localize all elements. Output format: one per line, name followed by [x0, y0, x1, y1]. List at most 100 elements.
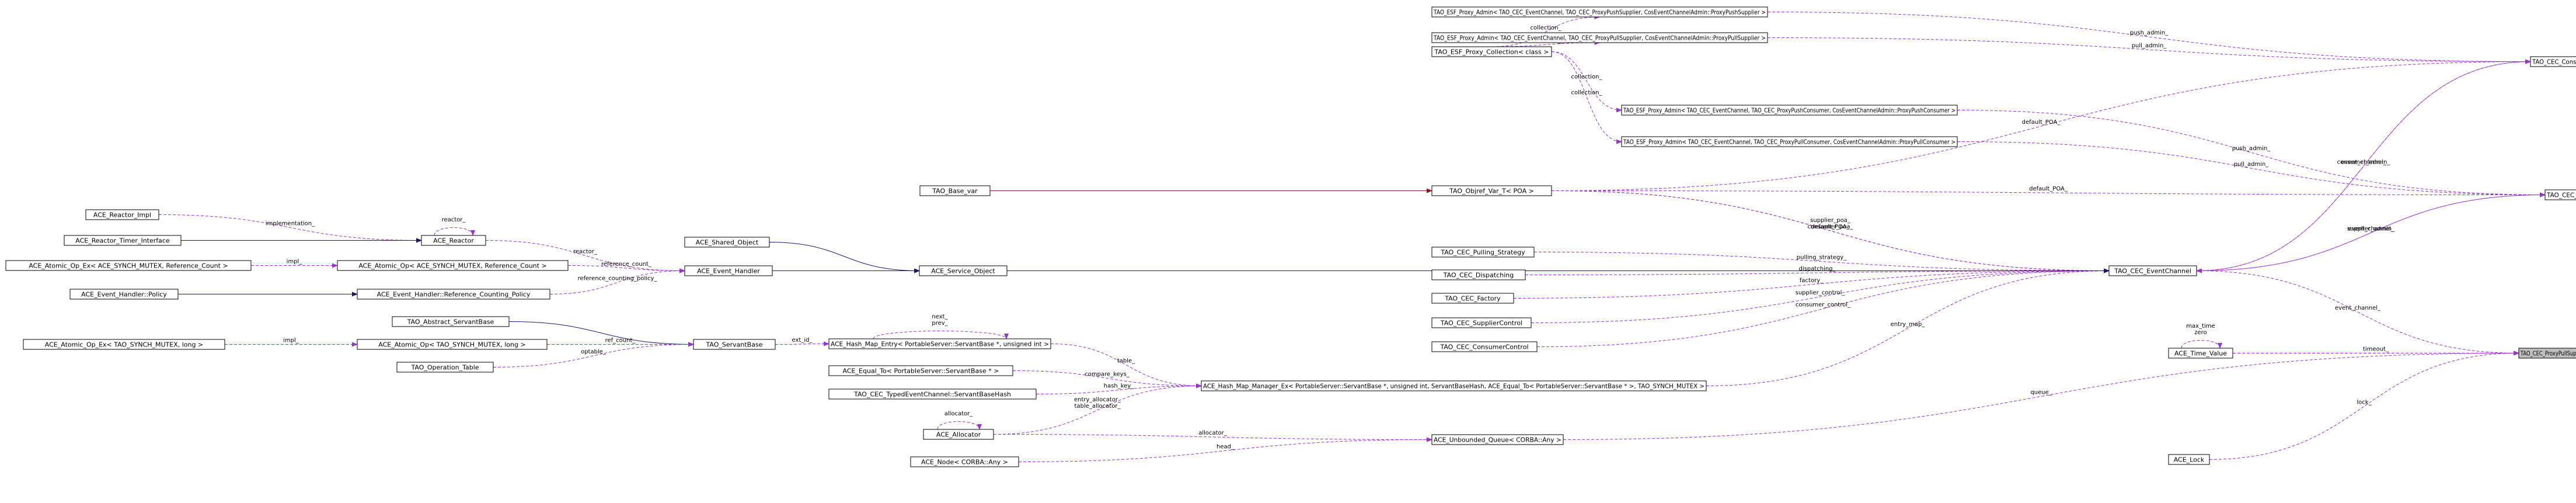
edge-use-hash-map-entry-to-hash-map-manager: table_: [1050, 344, 1202, 388]
edge-use-esf-pull-supplier-to-consumer-admin: pull_admin_: [1767, 37, 2531, 64]
edge-label: reference_count_: [601, 261, 652, 268]
edge-line: [1551, 51, 1622, 113]
class-label: ACE_Node< CORBA::Any >: [921, 459, 1008, 466]
edge-label: reference_counting_policy_: [578, 276, 658, 282]
edge-label: collection_: [1571, 90, 1603, 96]
edge-line: [1551, 51, 1622, 144]
class-node-atomic-op-ref[interactable]: ACE_Atomic_Op< ACE_SYNCH_MUTEX, Referenc…: [337, 260, 569, 271]
class-node-servant-base[interactable]: TAO_ServantBase: [693, 339, 776, 350]
edge-use-time-value-to-time-value: max_timezero: [2181, 323, 2222, 349]
edge-line: [1767, 37, 2531, 64]
class-node-abstract-servant-base[interactable]: TAO_Abstract_ServantBase: [392, 316, 510, 327]
class-label: TAO_ESF_Proxy_Admin< TAO_CEC_EventChanne…: [1433, 34, 1766, 42]
edge-label: queue_: [2030, 390, 2052, 396]
edge-use-atomic-op-ex-long-to-atomic-op-long: impl_: [225, 338, 358, 347]
class-node-handler-policy[interactable]: ACE_Event_Handler::Policy: [69, 289, 179, 300]
edge-label: head_: [1216, 444, 1235, 450]
edge-use-ace-lock-to-proxy-pull-supplier: lock_: [2209, 351, 2519, 460]
class-node-refcounting-policy[interactable]: ACE_Event_Handler::Reference_Counting_Po…: [357, 289, 550, 300]
edge-use-objref-var-to-supplier-admin: default_POA_: [1551, 186, 2546, 197]
edge-use-servant-base-hash-to-hash-map-manager: hash_key_: [1036, 383, 1202, 394]
class-node-event-channel[interactable]: TAO_CEC_EventChannel: [2108, 265, 2197, 276]
class-label: TAO_Base_var: [932, 188, 978, 195]
edge-label: consumer_control_: [1796, 302, 1851, 308]
edge-line: [873, 331, 1009, 339]
class-label: TAO_ESF_Proxy_Collection< class >: [1434, 48, 1549, 56]
class-label: ACE_Event_Handler::Policy: [81, 291, 167, 299]
class-node-objref-var[interactable]: TAO_Objref_Var_T< POA >: [1431, 185, 1552, 196]
edge-line: [549, 268, 685, 294]
class-node-servant-base-hash[interactable]: TAO_CEC_TypedEventChannel::ServantBaseHa…: [828, 388, 1037, 400]
class-node-base-var[interactable]: TAO_Base_var: [919, 185, 991, 196]
class-node-operation-table[interactable]: TAO_Operation_Table: [396, 362, 494, 373]
edge-label: table_allocator_: [1075, 403, 1121, 410]
class-label: TAO_CEC_Dispatching: [1443, 272, 1514, 279]
edge-line: [937, 421, 982, 430]
class-node-hash-map-manager[interactable]: ACE_Hash_Map_Manager_Ex< PortableServer:…: [1201, 380, 1707, 391]
class-node-atomic-op-ex-ref[interactable]: ACE_Atomic_Op_Ex< ACE_SYNCH_MUTEX, Refer…: [5, 260, 252, 271]
class-label: ACE_Lock: [2174, 456, 2205, 464]
edge-use-objref-var-to-consumer-admin: default_POA_: [1551, 59, 2531, 191]
edge-use-hash-map-entry-to-hash-map-entry: next_prev_: [873, 314, 1009, 339]
edge-use-ace-reactor-to-ace-reactor: reactor_: [434, 217, 475, 236]
class-node-esf-pull-supplier[interactable]: TAO_ESF_Proxy_Admin< TAO_CEC_EventChanne…: [1431, 32, 1768, 43]
class-node-hash-map-entry[interactable]: ACE_Hash_Map_Entry< PortableServer::Serv…: [828, 338, 1051, 349]
edge-label: lock_: [2357, 400, 2372, 406]
class-node-atomic-op-ex-long[interactable]: ACE_Atomic_Op_Ex< TAO_SYNCH_MUTEX, long …: [23, 339, 225, 350]
class-node-equal-to[interactable]: ACE_Equal_To< PortableServer::ServantBas…: [828, 365, 1013, 376]
class-node-dispatching[interactable]: TAO_CEC_Dispatching: [1431, 269, 1526, 280]
edge-use-atomic-op-ex-ref-to-atomic-op-ref: impl_: [250, 259, 338, 268]
edge-label: supplier_poa_: [1810, 217, 1851, 224]
class-label: ACE_Reactor: [433, 237, 474, 245]
class-label: ACE_Time_Value: [2174, 350, 2227, 358]
class-node-esf-collection[interactable]: TAO_ESF_Proxy_Collection< class >: [1431, 46, 1552, 57]
edge-line: [434, 227, 475, 236]
edge-line: [775, 341, 829, 346]
class-node-event-handler[interactable]: ACE_Event_Handler: [684, 265, 773, 276]
edge-line: [1050, 344, 1202, 388]
class-node-consumer-admin[interactable]: TAO_CEC_ConsumerAdmin: [2530, 56, 2576, 67]
class-node-shared-object[interactable]: ACE_Shared_Object: [684, 237, 770, 248]
edge-line: [2196, 270, 2519, 356]
class-node-ace-lock[interactable]: ACE_Lock: [2168, 454, 2210, 465]
class-node-reactor-impl[interactable]: ACE_Reactor_Impl: [85, 209, 159, 220]
edge-line: [2196, 192, 2546, 271]
class-node-supplier-admin[interactable]: TAO_CEC_SupplierAdmin: [2544, 189, 2576, 200]
collaboration-diagram: timeout_ max_timezero lock_ event_channel_q…: [5, 6, 2576, 467]
class-node-pulling-strategy[interactable]: TAO_CEC_Pulling_Strategy: [1431, 247, 1535, 258]
class-label: ACE_Service_Object: [931, 268, 995, 275]
edge-label: push_admin_: [2232, 145, 2271, 152]
class-node-consumer-control[interactable]: TAO_CEC_ConsumerControl: [1431, 341, 1538, 352]
class-node-factory[interactable]: TAO_CEC_Factory: [1431, 293, 1514, 304]
edge-label: ext_id_: [792, 337, 813, 344]
class-node-proxy-pull-supplier[interactable]: TAO_CEC_ProxyPullSupplier: [2518, 348, 2576, 359]
class-label: ACE_Event_Handler::Reference_Counting_Po…: [377, 291, 531, 299]
class-label: ACE_Atomic_Op< TAO_SYNCH_MUTEX, long >: [378, 341, 525, 349]
class-node-unbounded-queue[interactable]: ACE_Unbounded_Queue< CORBA::Any >: [1431, 434, 1564, 445]
edge-use-servant-base-to-hash-map-entry: ext_id_: [775, 337, 829, 346]
class-node-supplier-control[interactable]: TAO_CEC_SupplierControl: [1431, 317, 1532, 328]
class-node-service-object[interactable]: ACE_Service_Object: [919, 265, 1008, 276]
edge-label: next_: [932, 314, 948, 320]
class-node-esf-push-supplier[interactable]: TAO_ESF_Proxy_Admin< TAO_CEC_EventChanne…: [1431, 6, 1768, 18]
edge-label: event_channel_: [2335, 305, 2381, 311]
class-node-time-value[interactable]: ACE_Time_Value: [2168, 348, 2233, 359]
class-node-esf-pull-consumer[interactable]: TAO_ESF_Proxy_Admin< TAO_CEC_EventChanne…: [1621, 136, 1958, 147]
class-label: TAO_Abstract_ServantBase: [407, 318, 494, 326]
class-label: ACE_Shared_Object: [696, 239, 759, 247]
edge-use-event-channel-to-supplier-admin: event_channel_: [2196, 192, 2546, 271]
class-node-reactor-timer-interface[interactable]: ACE_Reactor_Timer_Interface: [64, 235, 182, 246]
class-label: ACE_Atomic_Op_Ex< ACE_SYNCH_MUTEX, Refer…: [29, 262, 228, 270]
class-node-ace-node[interactable]: ACE_Node< CORBA::Any >: [910, 456, 1019, 467]
edge-label: timeout_: [2363, 346, 2389, 353]
edge-label: default_POA_: [1811, 224, 1850, 230]
edge-label: reactor_: [442, 217, 466, 223]
class-label: ACE_Event_Handler: [697, 268, 760, 275]
class-node-atomic-op-long[interactable]: ACE_Atomic_Op< TAO_SYNCH_MUTEX, long >: [357, 339, 548, 350]
edge-label: reactor_: [573, 249, 598, 255]
class-node-ace-allocator[interactable]: ACE_Allocator: [923, 429, 994, 440]
class-node-esf-push-consumer[interactable]: TAO_ESF_Proxy_Admin< TAO_CEC_EventChanne…: [1621, 105, 1958, 116]
edge-label: max_time: [2186, 323, 2215, 329]
class-node-ace-reactor[interactable]: ACE_Reactor: [421, 235, 486, 246]
class-label: ACE_Reactor_Timer_Interface: [75, 237, 170, 245]
